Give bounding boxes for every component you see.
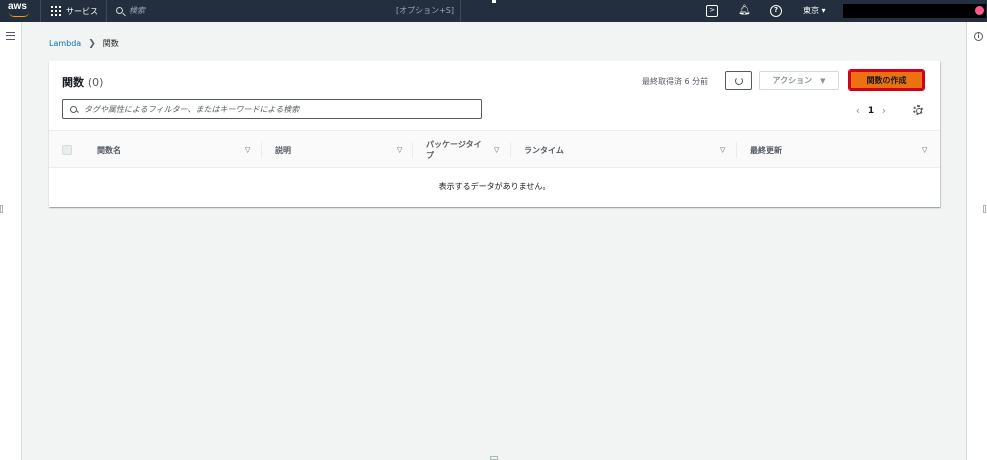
- column-divider: [261, 142, 262, 158]
- left-drawer-handle[interactable]: [0, 205, 3, 213]
- function-filter-input[interactable]: タグや属性によるフィルター、またはキーワードによる検索: [62, 99, 482, 119]
- panel-title: 関数 (0): [62, 74, 103, 90]
- chevron-right-icon: ❯: [88, 38, 96, 49]
- services-label: サービス: [66, 6, 98, 16]
- account-menu[interactable]: [843, 4, 986, 18]
- sort-icon[interactable]: ▽: [397, 146, 402, 154]
- search-icon: [116, 7, 123, 14]
- actions-dropdown-button[interactable]: アクション ▼: [759, 71, 839, 90]
- search-icon: [70, 105, 77, 113]
- grid-icon: [51, 6, 61, 16]
- nav-marker: [492, 0, 496, 3]
- breadcrumb-current: 関数: [102, 39, 119, 48]
- column-label: 最終更新: [750, 145, 782, 155]
- info-icon[interactable]: i: [974, 32, 983, 41]
- table-header: 関数名 ▽ 説明 ▽ パッケージタイプ ▽ ランタイム ▽ 最終更新 ▽: [49, 130, 940, 168]
- filter-placeholder: タグや属性によるフィルター、またはキーワードによる検索: [84, 104, 300, 114]
- column-header-function-name[interactable]: 関数名: [97, 131, 257, 169]
- refresh-button[interactable]: [725, 71, 752, 90]
- search-placeholder: 検索: [129, 6, 145, 15]
- column-divider: [510, 142, 511, 158]
- column-divider: [736, 142, 737, 158]
- column-label: 説明: [275, 145, 291, 155]
- aws-smile-icon: [9, 12, 29, 17]
- create-function-label: 関数の作成: [866, 75, 907, 85]
- column-label: パッケージタイプ: [426, 140, 482, 160]
- column-header-description[interactable]: 説明: [275, 131, 395, 169]
- sort-icon[interactable]: ▽: [720, 146, 725, 154]
- breadcrumb: Lambda ❯ 関数: [49, 38, 119, 49]
- function-count: (0): [87, 76, 104, 89]
- column-header-last-modified[interactable]: 最終更新: [750, 131, 900, 169]
- column-divider: [412, 142, 413, 158]
- refresh-icon: [734, 76, 743, 85]
- nav-divider: [460, 0, 461, 22]
- panel-title-text: 関数: [62, 76, 84, 89]
- bell-icon[interactable]: 🔔︎: [738, 5, 751, 17]
- sort-icon[interactable]: ▽: [494, 146, 499, 154]
- global-search-input[interactable]: 検索 [オプション+S]: [110, 2, 460, 19]
- bottom-drawer-handle[interactable]: [490, 456, 498, 460]
- sort-icon[interactable]: ▽: [245, 146, 250, 154]
- account-badge-icon: [975, 6, 984, 15]
- search-shortcut-hint: [オプション+S]: [395, 6, 454, 15]
- help-icon[interactable]: ?: [770, 5, 782, 17]
- column-header-package-type[interactable]: パッケージタイプ: [426, 131, 488, 169]
- right-drawer-handle[interactable]: [983, 205, 986, 213]
- left-navigation-rail: [0, 22, 22, 460]
- column-label: ランタイム: [524, 145, 564, 155]
- column-label: 関数名: [97, 145, 121, 155]
- cloudshell-icon[interactable]: >: [706, 5, 718, 17]
- column-header-runtime[interactable]: ランタイム: [524, 131, 714, 169]
- menu-icon[interactable]: [6, 32, 15, 40]
- last-fetched-text: 最終取得済 6 分前: [642, 77, 709, 86]
- pagination: ‹ 1 ›: [852, 104, 890, 117]
- empty-table-message: 表示するデータがありません。: [438, 181, 551, 191]
- sort-icon[interactable]: ▽: [922, 146, 927, 154]
- aws-logo-text: aws: [8, 1, 27, 12]
- right-tools-rail: i: [966, 22, 987, 460]
- chevron-left-icon[interactable]: ‹: [852, 104, 864, 117]
- chevron-right-icon[interactable]: ›: [878, 104, 890, 117]
- page-number[interactable]: 1: [864, 106, 878, 116]
- caret-down-icon: ▼: [820, 76, 826, 85]
- gear-icon[interactable]: [913, 105, 923, 115]
- select-all-checkbox[interactable]: [62, 145, 72, 155]
- nav-divider: [106, 0, 107, 22]
- breadcrumb-lambda-link[interactable]: Lambda: [49, 39, 81, 48]
- actions-label: アクション: [772, 76, 813, 85]
- functions-panel: 関数 (0) 最終取得済 6 分前 アクション ▼ 関数の作成 タグや属性による…: [49, 61, 940, 207]
- services-menu-button[interactable]: サービス: [41, 0, 106, 22]
- region-selector[interactable]: 東京 ▾: [803, 5, 826, 16]
- aws-logo[interactable]: aws: [0, 0, 40, 22]
- create-function-button[interactable]: 関数の作成: [848, 69, 925, 91]
